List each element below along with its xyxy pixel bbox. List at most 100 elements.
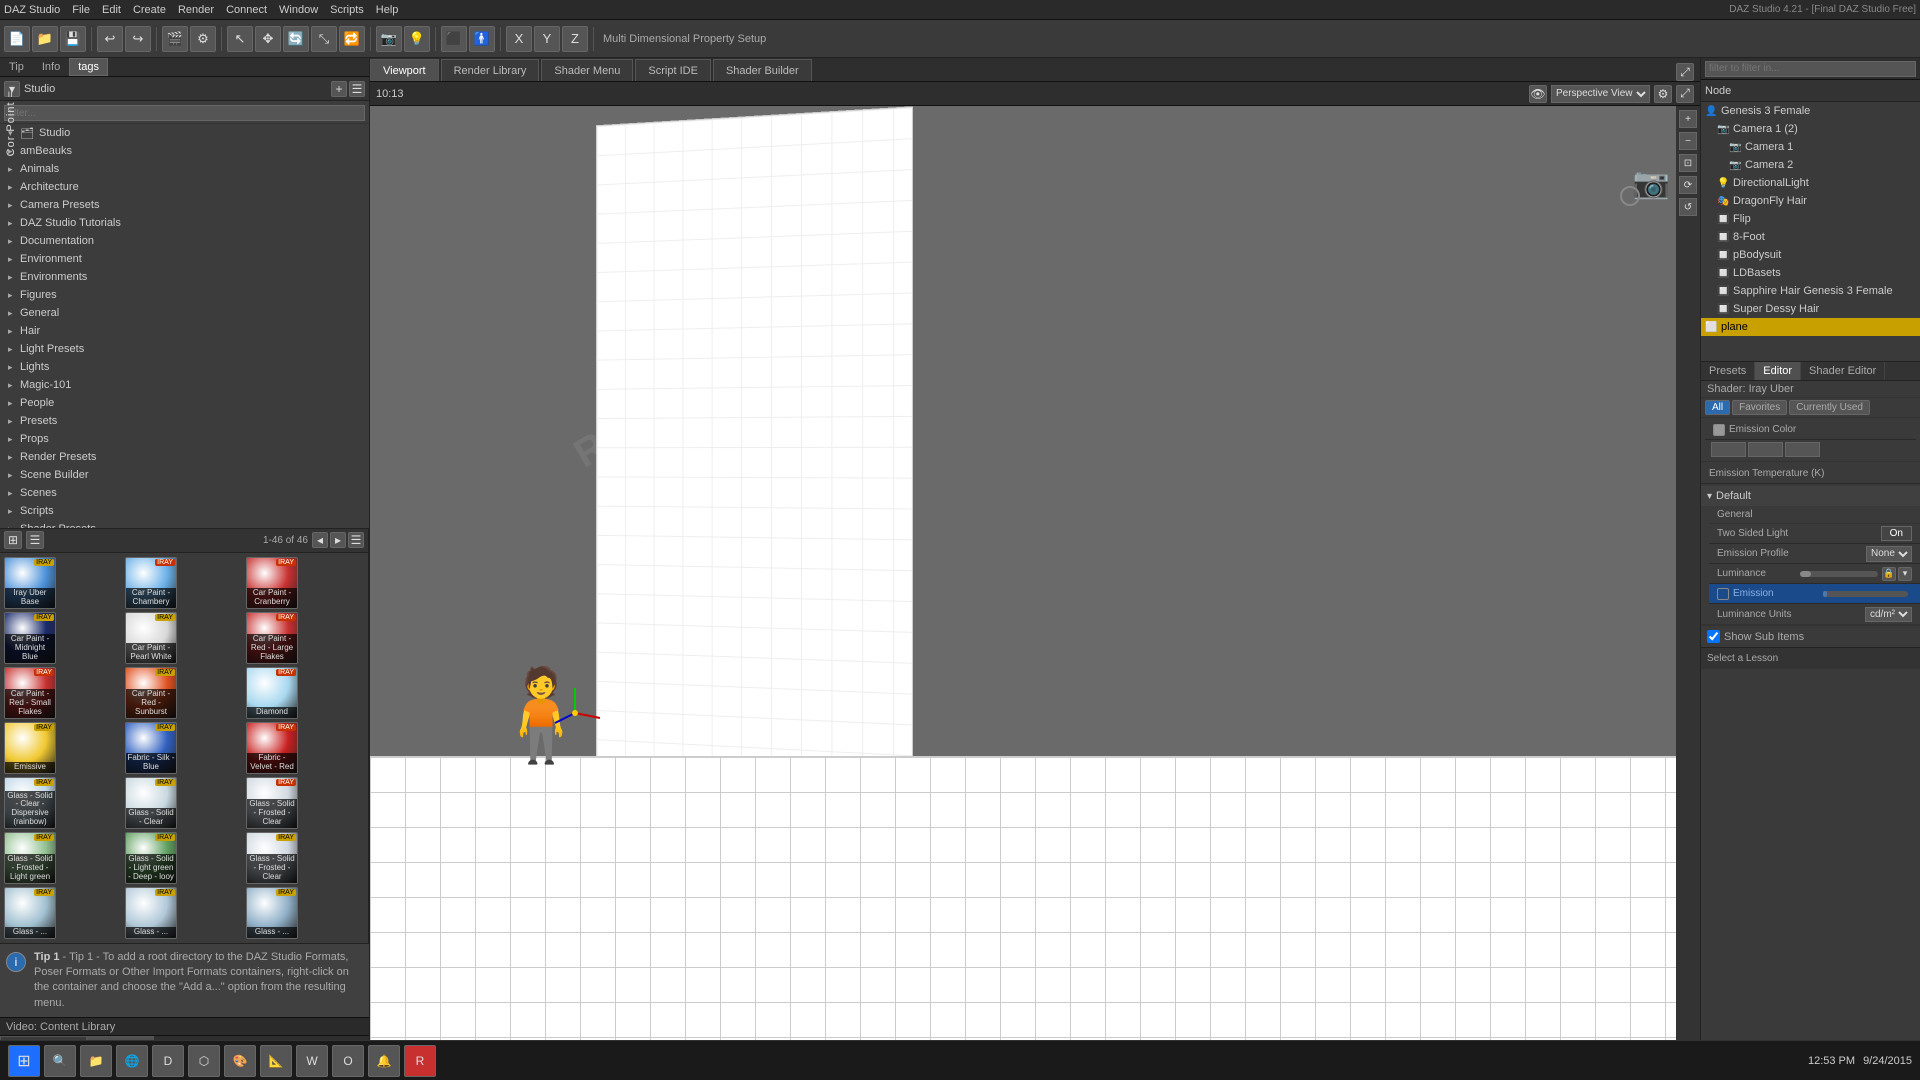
scene-node-item[interactable]: 🎭 DragonFly Hair xyxy=(1701,192,1920,210)
scene-node-item[interactable]: 👤 Genesis 3 Female xyxy=(1701,102,1920,120)
taskbar-outlook[interactable]: O xyxy=(332,1045,364,1077)
tree-expand-button[interactable]: ▾ xyxy=(4,81,20,97)
select-button[interactable]: ↖ xyxy=(227,26,253,52)
scene-node-item[interactable]: 📷 Camera 2 xyxy=(1701,156,1920,174)
menu-scripts[interactable]: Scripts xyxy=(330,4,364,16)
material-thumb[interactable]: IRAY Emissive xyxy=(4,722,56,774)
tree-item[interactable]: ▸ DAZ Studio Tutorials xyxy=(0,214,369,232)
scene-node-item[interactable]: 🔲 LDBasets xyxy=(1701,264,1920,282)
grid-options-button[interactable]: ☰ xyxy=(348,532,364,548)
shader-editor-tab[interactable]: Editor xyxy=(1755,362,1801,380)
left-tab-info[interactable]: Info xyxy=(33,58,69,76)
tab-viewport[interactable]: Viewport xyxy=(370,59,439,81)
tree-item[interactable]: ▸ Camera Presets xyxy=(0,196,369,214)
taskbar-app4[interactable]: 📐 xyxy=(260,1045,292,1077)
node-search-input[interactable] xyxy=(1705,61,1916,77)
material-thumb[interactable]: IRAY Glass - Solid - Frosted - Clear xyxy=(246,832,298,884)
scene-node-item[interactable]: 🔲 Flip xyxy=(1701,210,1920,228)
material-thumb[interactable]: IRAY Car Paint - Red - Large Flakes xyxy=(246,612,298,664)
scene-node-item[interactable]: 🔲 pBodysuit xyxy=(1701,246,1920,264)
tree-item[interactable]: ▸ Environments xyxy=(0,268,369,286)
vp-perspective-icon[interactable]: 👁 xyxy=(1529,85,1547,103)
grid-prev-button[interactable]: ◂ xyxy=(312,532,328,548)
material-thumb[interactable]: IRAY Car Paint - Midnight Blue xyxy=(4,612,56,664)
open-button[interactable]: 📁 xyxy=(32,26,58,52)
scene-node-item[interactable]: 🔲 Super Dessy Hair xyxy=(1701,300,1920,318)
tree-add-button[interactable]: + xyxy=(331,81,347,97)
scene-node-item[interactable]: 📷 Camera 1 (2) xyxy=(1701,120,1920,138)
material-thumb[interactable]: IRAY Glass - ... xyxy=(4,887,56,939)
vp-view-select[interactable]: Perspective View xyxy=(1551,85,1650,103)
taskbar-browser[interactable]: 🌐 xyxy=(116,1045,148,1077)
rotate-view-button[interactable]: ↺ xyxy=(1679,198,1697,216)
tree-item[interactable]: ▸ Props xyxy=(0,430,369,448)
menu-create[interactable]: Create xyxy=(133,4,166,16)
tree-item[interactable]: ▸ Scenes xyxy=(0,484,369,502)
scene-node-item[interactable]: 📷 Camera 1 xyxy=(1701,138,1920,156)
tree-item[interactable]: ▸ Light Presets xyxy=(0,340,369,358)
grid-list-toggle[interactable]: ☰ xyxy=(26,531,44,549)
two-sided-toggle[interactable]: On xyxy=(1881,526,1912,541)
taskbar-file-explorer[interactable]: 📁 xyxy=(80,1045,112,1077)
scene-node-item[interactable]: 🔲 Sapphire Hair Genesis 3 Female xyxy=(1701,282,1920,300)
tree-item[interactable]: ▸ Render Presets xyxy=(0,448,369,466)
tree-item-studio[interactable]: ▾ 🗂 Studio xyxy=(0,124,369,142)
emission-dot[interactable] xyxy=(1717,588,1729,600)
vp-settings-button[interactable]: ⚙ xyxy=(1654,85,1672,103)
scene-node-item[interactable]: ⬜ plane xyxy=(1701,318,1920,336)
new-scene-button[interactable]: 📄 xyxy=(4,26,30,52)
material-thumb[interactable]: IRAY Car Paint - Chambery xyxy=(125,557,177,609)
rotation-handle[interactable] xyxy=(1620,186,1640,206)
taskbar-app5[interactable]: 🔔 xyxy=(368,1045,400,1077)
translate-x-button[interactable]: X xyxy=(506,26,532,52)
luminance-options-icon[interactable]: ▾ xyxy=(1898,567,1912,581)
emission-profile-select[interactable]: None xyxy=(1866,546,1912,562)
shader-favorites-tab[interactable]: Favorites xyxy=(1732,400,1787,415)
tree-item[interactable]: ▸ Architecture xyxy=(0,178,369,196)
tab-render-library[interactable]: Render Library xyxy=(441,59,540,81)
tree-item[interactable]: ▸ Lights xyxy=(0,358,369,376)
material-thumb[interactable]: IRAY Glass - Solid - Light green - Deep … xyxy=(125,832,177,884)
shader-all-tab[interactable]: All xyxy=(1705,400,1730,415)
tree-item[interactable]: ▸ Scene Builder xyxy=(0,466,369,484)
taskbar-app2[interactable]: ⬡ xyxy=(188,1045,220,1077)
emission-g-input[interactable]: 0.59 xyxy=(1748,442,1783,457)
material-thumb[interactable]: IRAY Glass - Solid - Frosted - Light gre… xyxy=(4,832,56,884)
tree-item[interactable]: ▸ Scripts xyxy=(0,502,369,520)
start-button[interactable]: ⊞ xyxy=(8,1045,40,1077)
luminance-units-select[interactable]: cd/m² xyxy=(1865,607,1912,622)
material-thumb[interactable]: IRAY Car Paint - Red - Small Flakes xyxy=(4,667,56,719)
tree-item[interactable]: ▸ amBeauks xyxy=(0,142,369,160)
tree-menu-button[interactable]: ☰ xyxy=(349,81,365,97)
tree-item[interactable]: ▸ Environment xyxy=(0,250,369,268)
material-thumb[interactable]: IRAY Glass - ... xyxy=(246,887,298,939)
universal-button[interactable]: 🔁 xyxy=(339,26,365,52)
render-settings-button[interactable]: ⚙ xyxy=(190,26,216,52)
tab-shader-builder[interactable]: Shader Builder xyxy=(713,59,812,81)
grid-view-toggle[interactable]: ⊞ xyxy=(4,531,22,549)
tree-search-input[interactable] xyxy=(4,105,365,121)
menu-edit[interactable]: Edit xyxy=(102,4,121,16)
zoom-in-button[interactable]: + xyxy=(1679,110,1697,128)
emission-r-input[interactable]: 0.59 xyxy=(1711,442,1746,457)
vp-canvas[interactable]: RRCG RRCG RRCG 🧍 xyxy=(370,106,1700,1056)
taskbar-app3[interactable]: 🎨 xyxy=(224,1045,256,1077)
tree-item[interactable]: ▸ General xyxy=(0,304,369,322)
tree-item[interactable]: ▸ Animals xyxy=(0,160,369,178)
grid-next-button[interactable]: ▸ xyxy=(330,532,346,548)
zoom-out-button[interactable]: − xyxy=(1679,132,1697,150)
tab-script-ide[interactable]: Script IDE xyxy=(635,59,711,81)
create-primitive-button[interactable]: ⬛ xyxy=(441,26,467,52)
left-tab-tip[interactable]: Tip xyxy=(0,58,33,76)
material-thumb[interactable]: IRAY Glass - ... xyxy=(125,887,177,939)
scene-node-item[interactable]: 🔲 8-Foot xyxy=(1701,228,1920,246)
viewport[interactable]: 10:13 👁 Perspective View ⚙ ⤢ RRCG RRCG R… xyxy=(370,82,1700,1056)
rotate-button[interactable]: 🔄 xyxy=(283,26,309,52)
shader-presets-tab[interactable]: Presets xyxy=(1701,362,1755,380)
menu-daz[interactable]: DAZ Studio xyxy=(4,4,60,16)
taskbar-search[interactable]: 🔍 xyxy=(44,1045,76,1077)
material-thumb[interactable]: IRAY Glass - Solid - Clear xyxy=(125,777,177,829)
light-button[interactable]: 💡 xyxy=(404,26,430,52)
render-button[interactable]: 🎬 xyxy=(162,26,188,52)
default-group-header[interactable]: Default xyxy=(1701,486,1920,506)
